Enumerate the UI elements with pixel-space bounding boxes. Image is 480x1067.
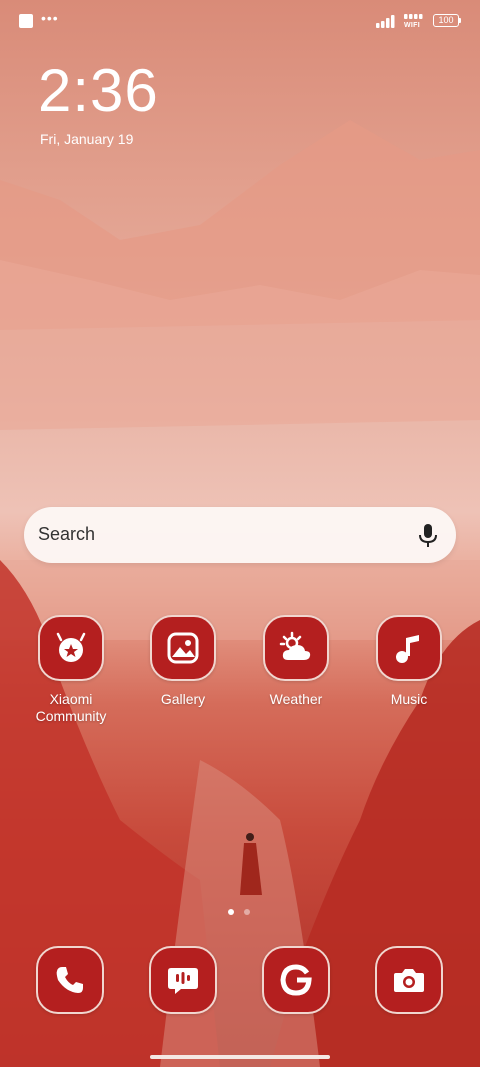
google-icon[interactable] [262,946,330,1014]
messages-icon[interactable] [149,946,217,1014]
more-notifications-icon: ••• [41,10,59,26]
home-gesture-bar[interactable] [150,1055,330,1059]
signal-icon [376,15,395,28]
xiaomi-community-icon[interactable] [38,615,104,681]
page-indicator[interactable] [228,909,258,917]
dock-messages[interactable] [138,946,228,1014]
wifi-label: WIFI [404,22,420,29]
clock-time[interactable]: 2:36 [38,56,159,126]
page-dot [244,909,250,915]
music-note-icon[interactable] [376,615,442,681]
battery-tip [459,18,461,23]
app-weather[interactable]: Weather [251,615,341,708]
weather-icon[interactable] [263,615,329,681]
dock-camera[interactable] [364,946,454,1014]
status-bar: ••• WIFI 100 [0,0,480,40]
page-dot-active [228,909,234,915]
dock-phone[interactable] [25,946,115,1014]
app-label: Xiaomi Community [35,691,107,724]
search-bar[interactable]: Search [24,507,456,563]
app-label: Weather [269,691,323,707]
dock-google[interactable] [251,946,341,1014]
gallery-icon[interactable] [150,615,216,681]
app-xiaomi-community[interactable]: Xiaomi Community [26,615,116,725]
app-music[interactable]: Music [364,615,454,708]
search-placeholder: Search [38,524,96,544]
battery-icon: 100 [433,14,459,27]
camera-icon[interactable] [375,946,443,1014]
clock-date[interactable]: Fri, January 19 [40,131,133,147]
app-label: Gallery [160,691,206,707]
notification-icon [19,14,33,28]
phone-icon[interactable] [36,946,104,1014]
app-gallery[interactable]: Gallery [138,615,228,708]
app-label: Music [390,691,428,707]
microphone-icon[interactable] [418,523,438,549]
